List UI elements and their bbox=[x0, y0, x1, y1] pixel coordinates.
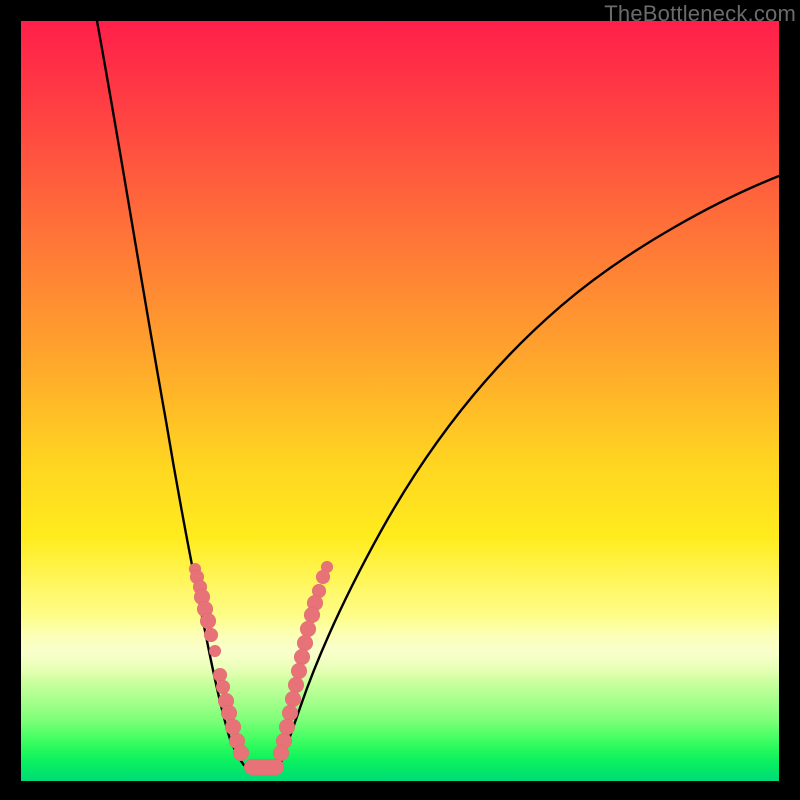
highlight-dot bbox=[204, 628, 218, 642]
right-dot-cluster bbox=[273, 561, 333, 761]
curves-svg bbox=[21, 21, 779, 781]
highlight-dot bbox=[285, 691, 301, 707]
highlight-dot bbox=[233, 745, 249, 761]
bottom-blob bbox=[244, 759, 284, 775]
left-curve bbox=[97, 21, 244, 765]
right-curve bbox=[280, 176, 779, 765]
highlight-dot bbox=[209, 645, 221, 657]
highlight-dot bbox=[291, 663, 307, 679]
highlight-dot bbox=[279, 719, 295, 735]
left-dot-cluster bbox=[189, 563, 249, 761]
highlight-dot bbox=[213, 668, 227, 682]
highlight-dot bbox=[225, 719, 241, 735]
highlight-dot bbox=[273, 745, 289, 761]
highlight-dot bbox=[221, 705, 237, 721]
highlight-dot bbox=[216, 680, 230, 694]
highlight-dot bbox=[316, 570, 330, 584]
highlight-dot bbox=[282, 705, 298, 721]
plot-frame bbox=[21, 21, 779, 781]
highlight-dot bbox=[200, 613, 216, 629]
highlight-dot bbox=[304, 607, 320, 623]
highlight-dot bbox=[297, 635, 313, 651]
highlight-dot bbox=[294, 649, 310, 665]
highlight-dot bbox=[300, 621, 316, 637]
highlight-dot bbox=[288, 677, 304, 693]
